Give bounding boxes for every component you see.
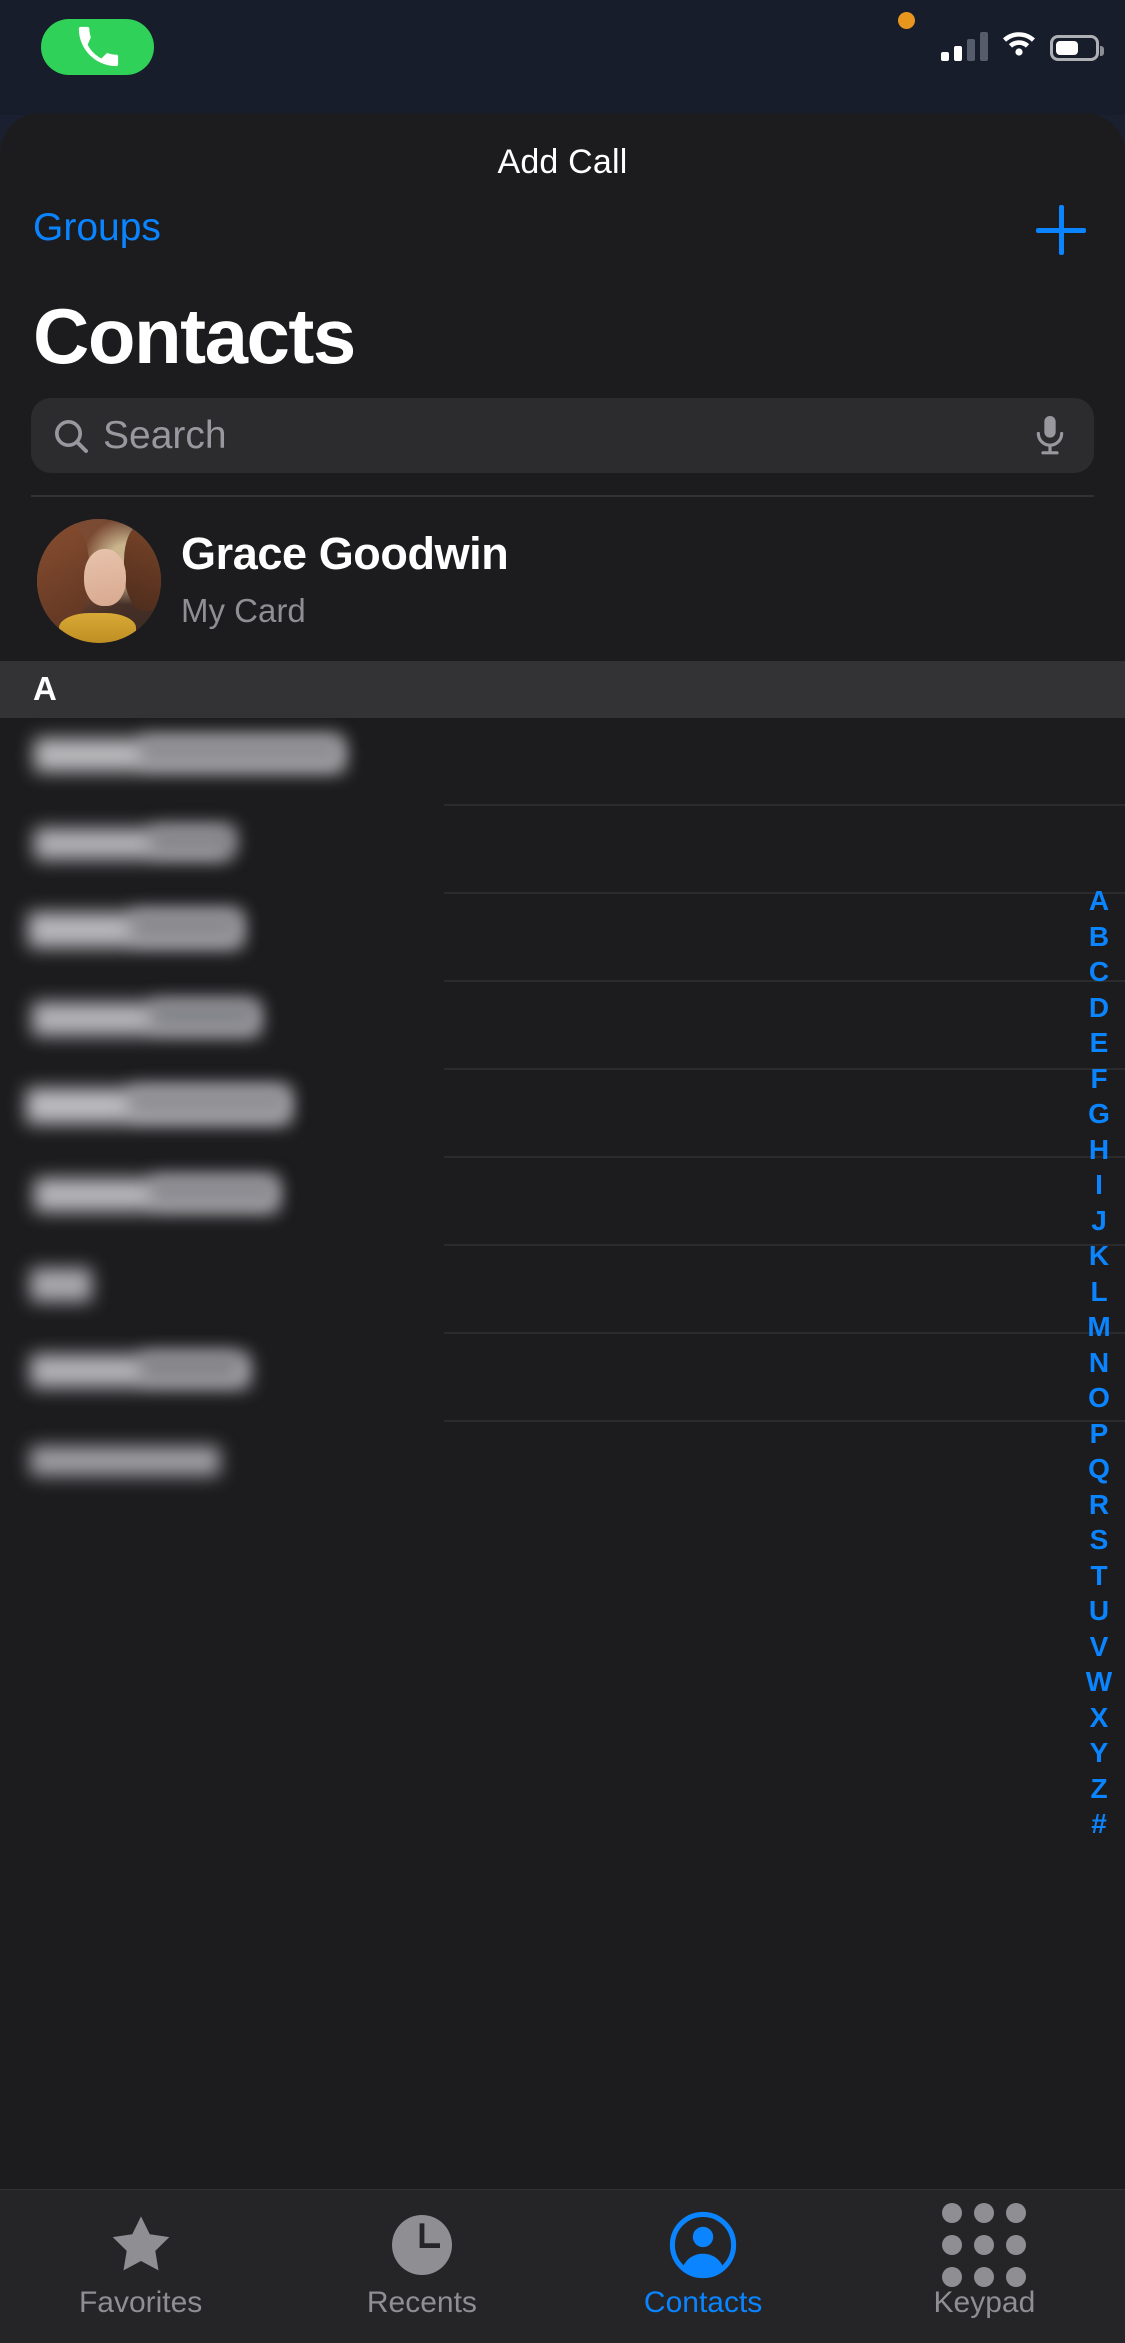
- tab-label: Favorites: [78, 2286, 203, 2319]
- my-card-subtitle: My Card: [181, 592, 306, 629]
- index-letter[interactable]: U: [1089, 1593, 1109, 1629]
- index-letter[interactable]: D: [1089, 990, 1109, 1026]
- table-row[interactable]: [0, 982, 1125, 1070]
- sheet-title: Add Call: [497, 143, 628, 181]
- page-title: Contacts: [33, 292, 356, 380]
- cellular-signal-icon: [941, 32, 988, 61]
- nav-toolbar: Groups: [0, 205, 1125, 276]
- tab-label: Keypad: [933, 2286, 1036, 2319]
- section-letter: A: [33, 670, 57, 707]
- clock-icon: [386, 2206, 458, 2284]
- status-icons: [941, 28, 1104, 61]
- wifi-icon: [1001, 28, 1037, 61]
- tab-keypad[interactable]: Keypad: [844, 2190, 1125, 2343]
- table-row[interactable]: [0, 806, 1125, 894]
- my-card-name: Grace Goodwin: [181, 528, 509, 579]
- header-divider: [31, 495, 1094, 497]
- table-row[interactable]: [0, 1422, 1125, 1510]
- table-row[interactable]: [0, 894, 1125, 982]
- star-icon: [105, 2206, 177, 2284]
- person-icon: [667, 2206, 739, 2284]
- table-row[interactable]: [0, 1070, 1125, 1158]
- index-letter[interactable]: G: [1088, 1096, 1110, 1132]
- keypad-icon: [942, 2203, 1027, 2287]
- phone-screen: Add Call Groups Contacts Search Grace Go…: [0, 0, 1125, 2343]
- groups-button[interactable]: Groups: [33, 206, 161, 250]
- search-placeholder: Search: [103, 414, 227, 457]
- index-letter[interactable]: T: [1090, 1558, 1107, 1594]
- my-card-row[interactable]: Grace Goodwin My Card: [0, 506, 1125, 659]
- add-contact-button[interactable]: [1029, 198, 1093, 262]
- microphone-icon[interactable]: [1030, 414, 1070, 458]
- active-call-pill[interactable]: [41, 19, 154, 75]
- index-letter[interactable]: K: [1089, 1238, 1109, 1274]
- index-letter[interactable]: E: [1090, 1025, 1109, 1061]
- table-row[interactable]: [0, 1334, 1125, 1422]
- privacy-indicator-dot: [898, 12, 915, 29]
- table-row[interactable]: [0, 1158, 1125, 1246]
- index-letter[interactable]: O: [1088, 1380, 1110, 1416]
- index-letter[interactable]: M: [1087, 1309, 1110, 1345]
- index-letter[interactable]: #: [1091, 1806, 1107, 1842]
- index-letter[interactable]: I: [1095, 1167, 1103, 1203]
- phone-handset-icon: [75, 24, 121, 70]
- table-row[interactable]: [0, 1246, 1125, 1334]
- index-letter[interactable]: V: [1090, 1629, 1109, 1665]
- tab-label: Contacts: [643, 2286, 763, 2319]
- tab-bar: Favorites Recents Contacts Keypad: [0, 2189, 1125, 2343]
- index-letter[interactable]: J: [1091, 1203, 1107, 1239]
- tab-label: Recents: [366, 2286, 477, 2319]
- search-icon: [51, 416, 91, 456]
- battery-icon: [1050, 35, 1104, 61]
- tab-favorites[interactable]: Favorites: [0, 2190, 281, 2343]
- index-letter[interactable]: C: [1089, 954, 1109, 990]
- search-field[interactable]: Search: [31, 398, 1094, 473]
- add-call-sheet: Add Call Groups Contacts Search Grace Go…: [0, 113, 1125, 2343]
- index-letter[interactable]: R: [1089, 1487, 1109, 1523]
- index-letter[interactable]: P: [1090, 1416, 1109, 1452]
- index-letter[interactable]: W: [1086, 1664, 1112, 1700]
- index-letter[interactable]: S: [1090, 1522, 1109, 1558]
- index-letter[interactable]: Z: [1090, 1771, 1107, 1807]
- index-letter[interactable]: F: [1090, 1061, 1107, 1097]
- avatar: [37, 519, 161, 643]
- alphabet-index[interactable]: A B C D E F G H I J K L M N O P Q R S T …: [1079, 883, 1119, 1842]
- section-header-a: A: [0, 661, 1125, 718]
- status-bar: [0, 0, 1125, 115]
- index-letter[interactable]: N: [1089, 1345, 1109, 1381]
- index-letter[interactable]: Y: [1090, 1735, 1109, 1771]
- tab-contacts[interactable]: Contacts: [563, 2190, 844, 2343]
- index-letter[interactable]: H: [1089, 1132, 1109, 1168]
- index-letter[interactable]: Q: [1088, 1451, 1110, 1487]
- index-letter[interactable]: A: [1089, 883, 1109, 919]
- contact-list: [0, 718, 1125, 1558]
- index-letter[interactable]: B: [1089, 919, 1109, 955]
- index-letter[interactable]: L: [1090, 1274, 1107, 1310]
- table-row[interactable]: [0, 718, 1125, 806]
- index-letter[interactable]: X: [1090, 1700, 1109, 1736]
- tab-recents[interactable]: Recents: [281, 2190, 562, 2343]
